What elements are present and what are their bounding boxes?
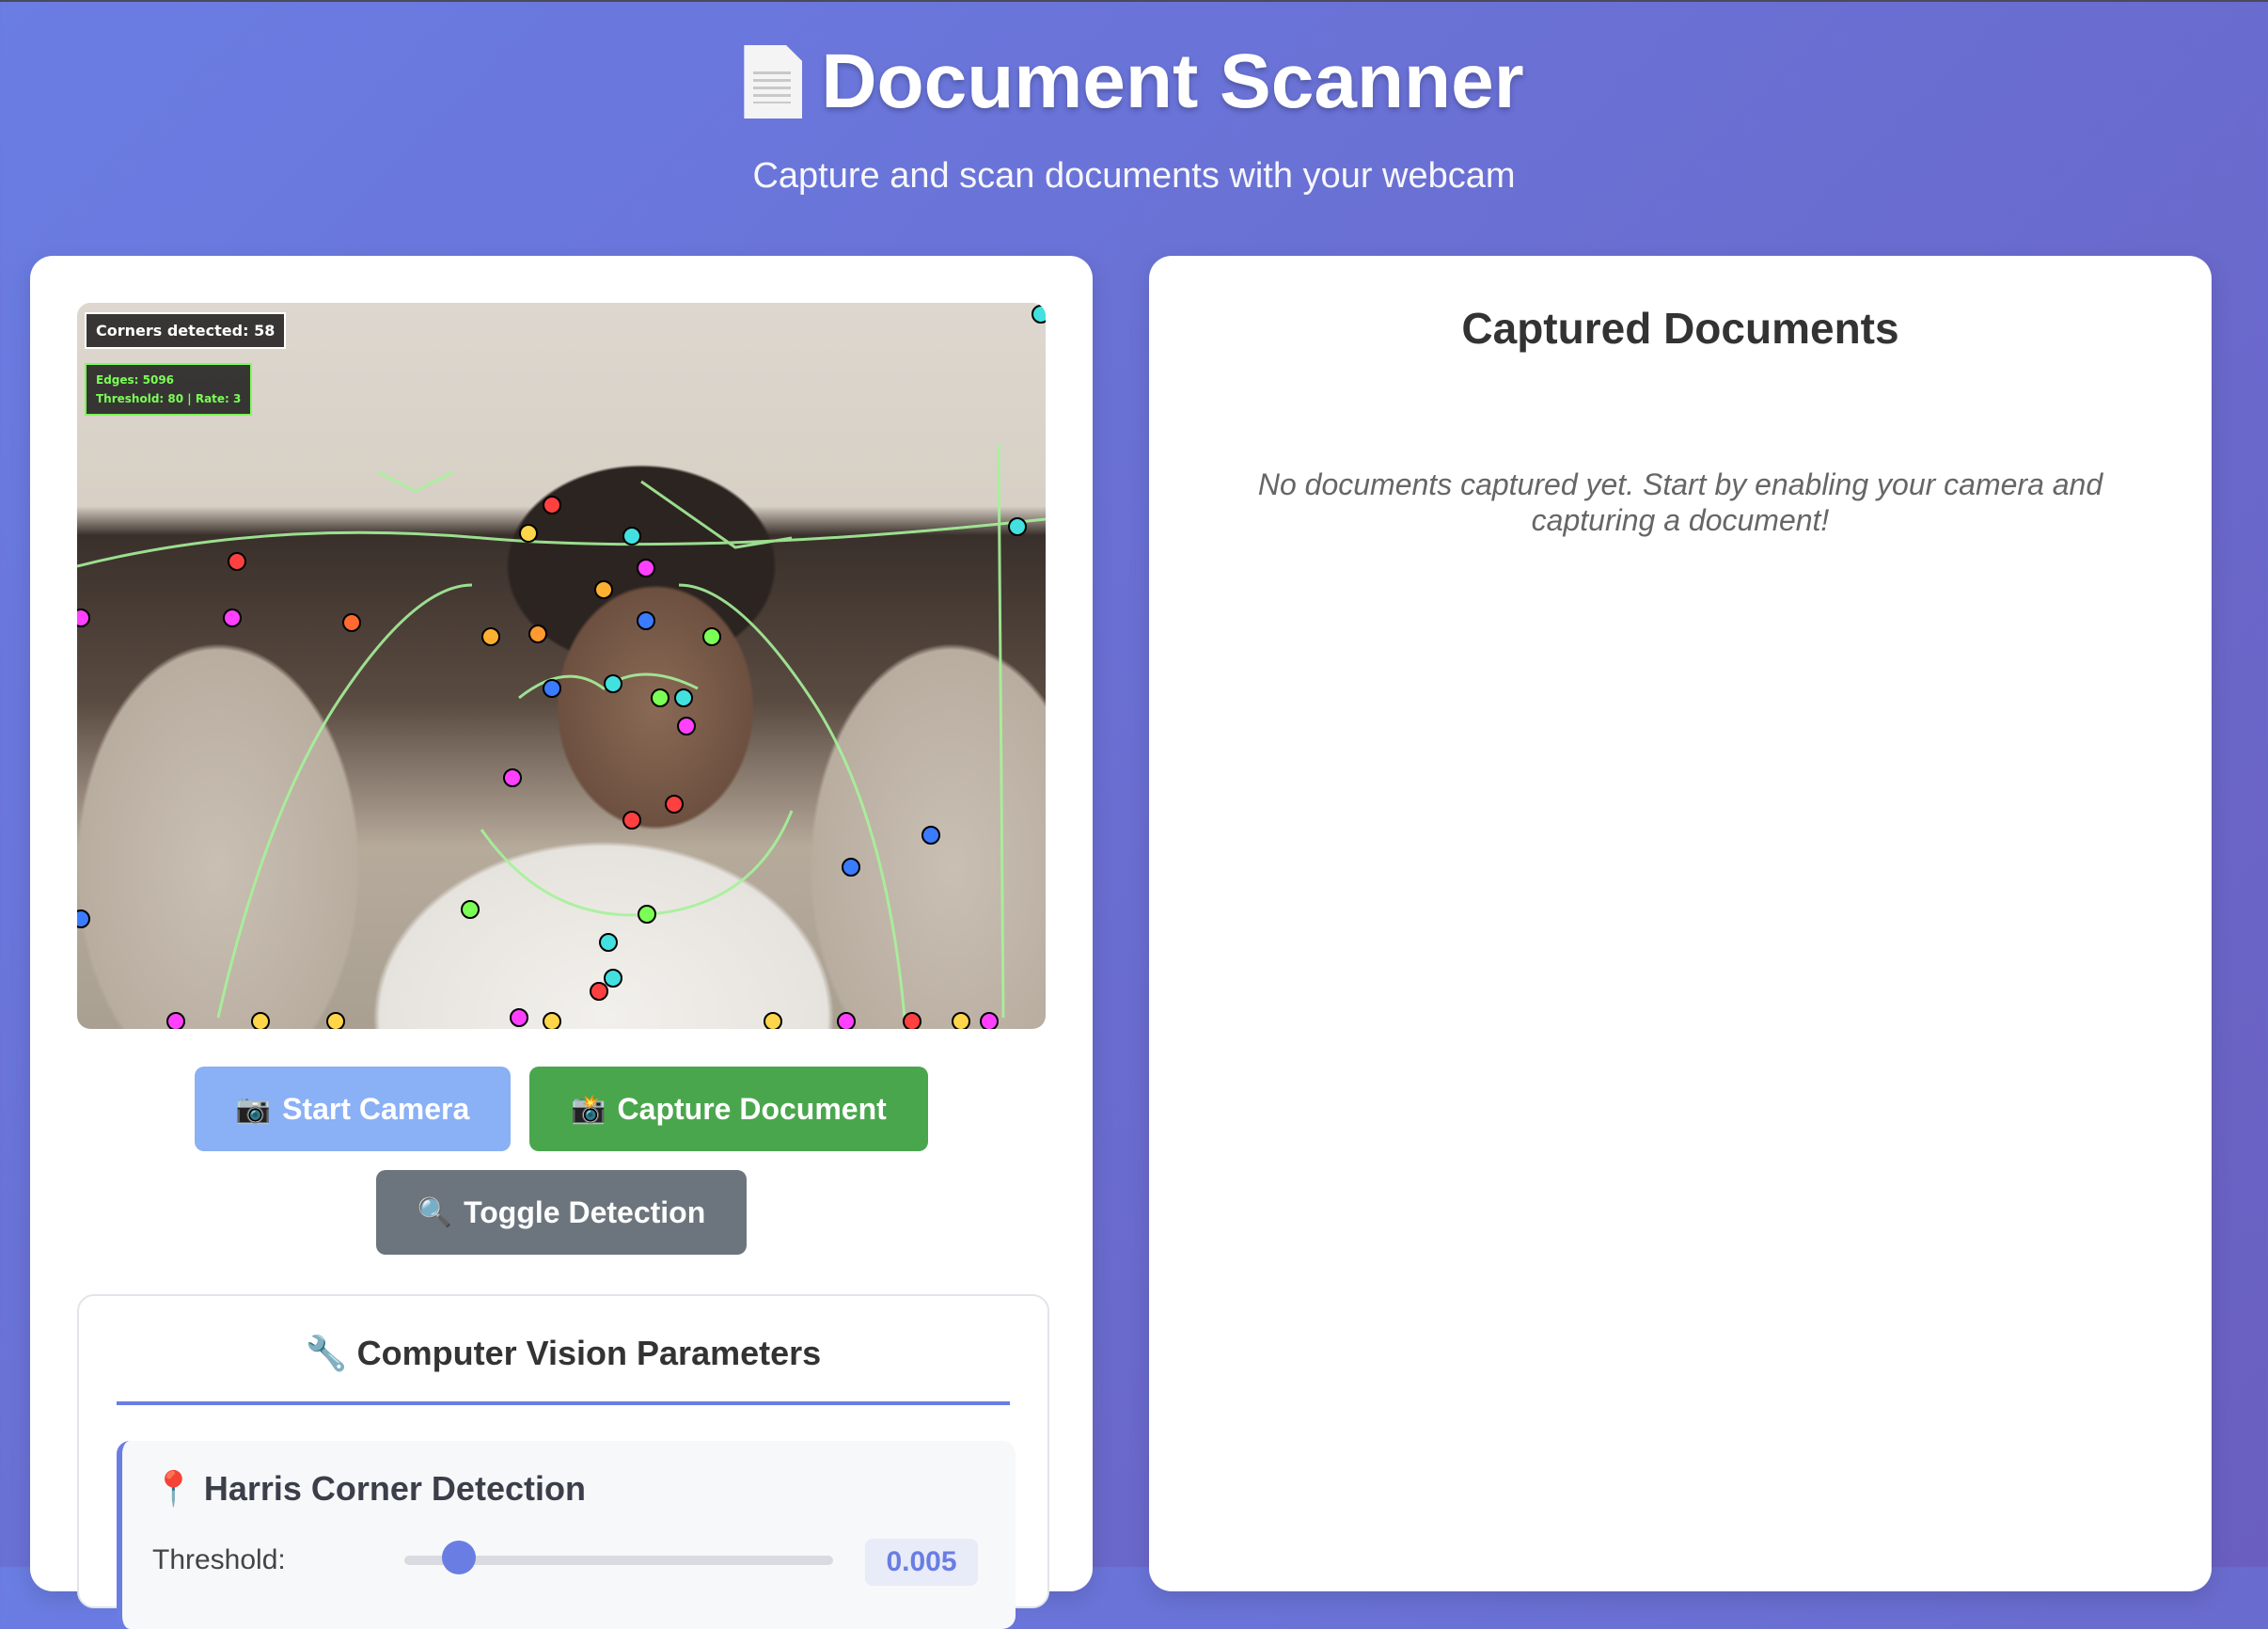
document-icon [744,45,803,119]
harris-section-title-text: Harris Corner Detection [203,1469,586,1508]
threshold-rate-label: Threshold: 80 | Rate: 3 [96,392,242,405]
page-subtitle: Capture and scan documents with your web… [752,156,1516,196]
captured-documents-panel: Captured Documents No documents captured… [1149,256,2212,1591]
harris-section-title: 📍 Harris Corner Detection [152,1469,586,1509]
camera-panel: Corners detected: 58 Edges: 5096 Thresho… [30,256,1093,1629]
corners-detected-label: Corners detected: 58 [85,312,287,349]
empty-state-message: No documents captured yet. Start by enab… [1257,467,2103,537]
page-title-text: Document Scanner [821,39,1524,124]
toggle-detection-button[interactable]: 🔍 Toggle Detection [376,1170,747,1255]
capture-document-button[interactable]: 📸 Capture Document [529,1067,928,1151]
camera-controls: 📷 Start Camera 📸 Capture Document [30,1067,1093,1151]
edges-count-label: Edges: 5096 [96,373,175,387]
threshold-slider-thumb[interactable] [442,1541,476,1574]
toggle-detection-label: Toggle Detection [464,1194,706,1229]
cv-parameters-title-text: Computer Vision Parameters [356,1334,822,1372]
cv-parameters-card: 🔧 Computer Vision Parameters 📍 Harris Co… [77,1294,1049,1629]
capture-document-label: Capture Document [617,1091,887,1126]
camera-flash-icon: 📸 [571,1093,606,1125]
page-header: Document Scanner Capture and scan docume… [0,38,2268,197]
camera-icon: 📷 [235,1093,272,1125]
cv-parameters-title: 🔧 Computer Vision Parameters [79,1334,1047,1373]
wrench-icon: 🔧 [305,1334,348,1372]
captured-documents-title: Captured Documents [1461,304,1899,353]
start-camera-label: Start Camera [282,1091,470,1126]
start-camera-button[interactable]: 📷 Start Camera [195,1067,511,1151]
pin-icon: 📍 [152,1469,195,1508]
magnifier-icon: 🔍 [417,1196,453,1228]
detection-stats: Edges: 5096 Threshold: 80 | Rate: 3 [85,363,253,416]
window-top-border [0,0,2268,2]
camera-feed: Corners detected: 58 Edges: 5096 Thresho… [77,303,1046,1029]
threshold-label: Threshold: [152,1544,286,1575]
threshold-value: 0.005 [865,1539,978,1586]
detection-controls: 🔍 Toggle Detection [30,1170,1093,1255]
page-title: Document Scanner [0,38,2268,126]
divider [117,1401,1010,1405]
harris-corner-section: 📍 Harris Corner Detection Threshold: 0.0… [117,1441,1016,1629]
